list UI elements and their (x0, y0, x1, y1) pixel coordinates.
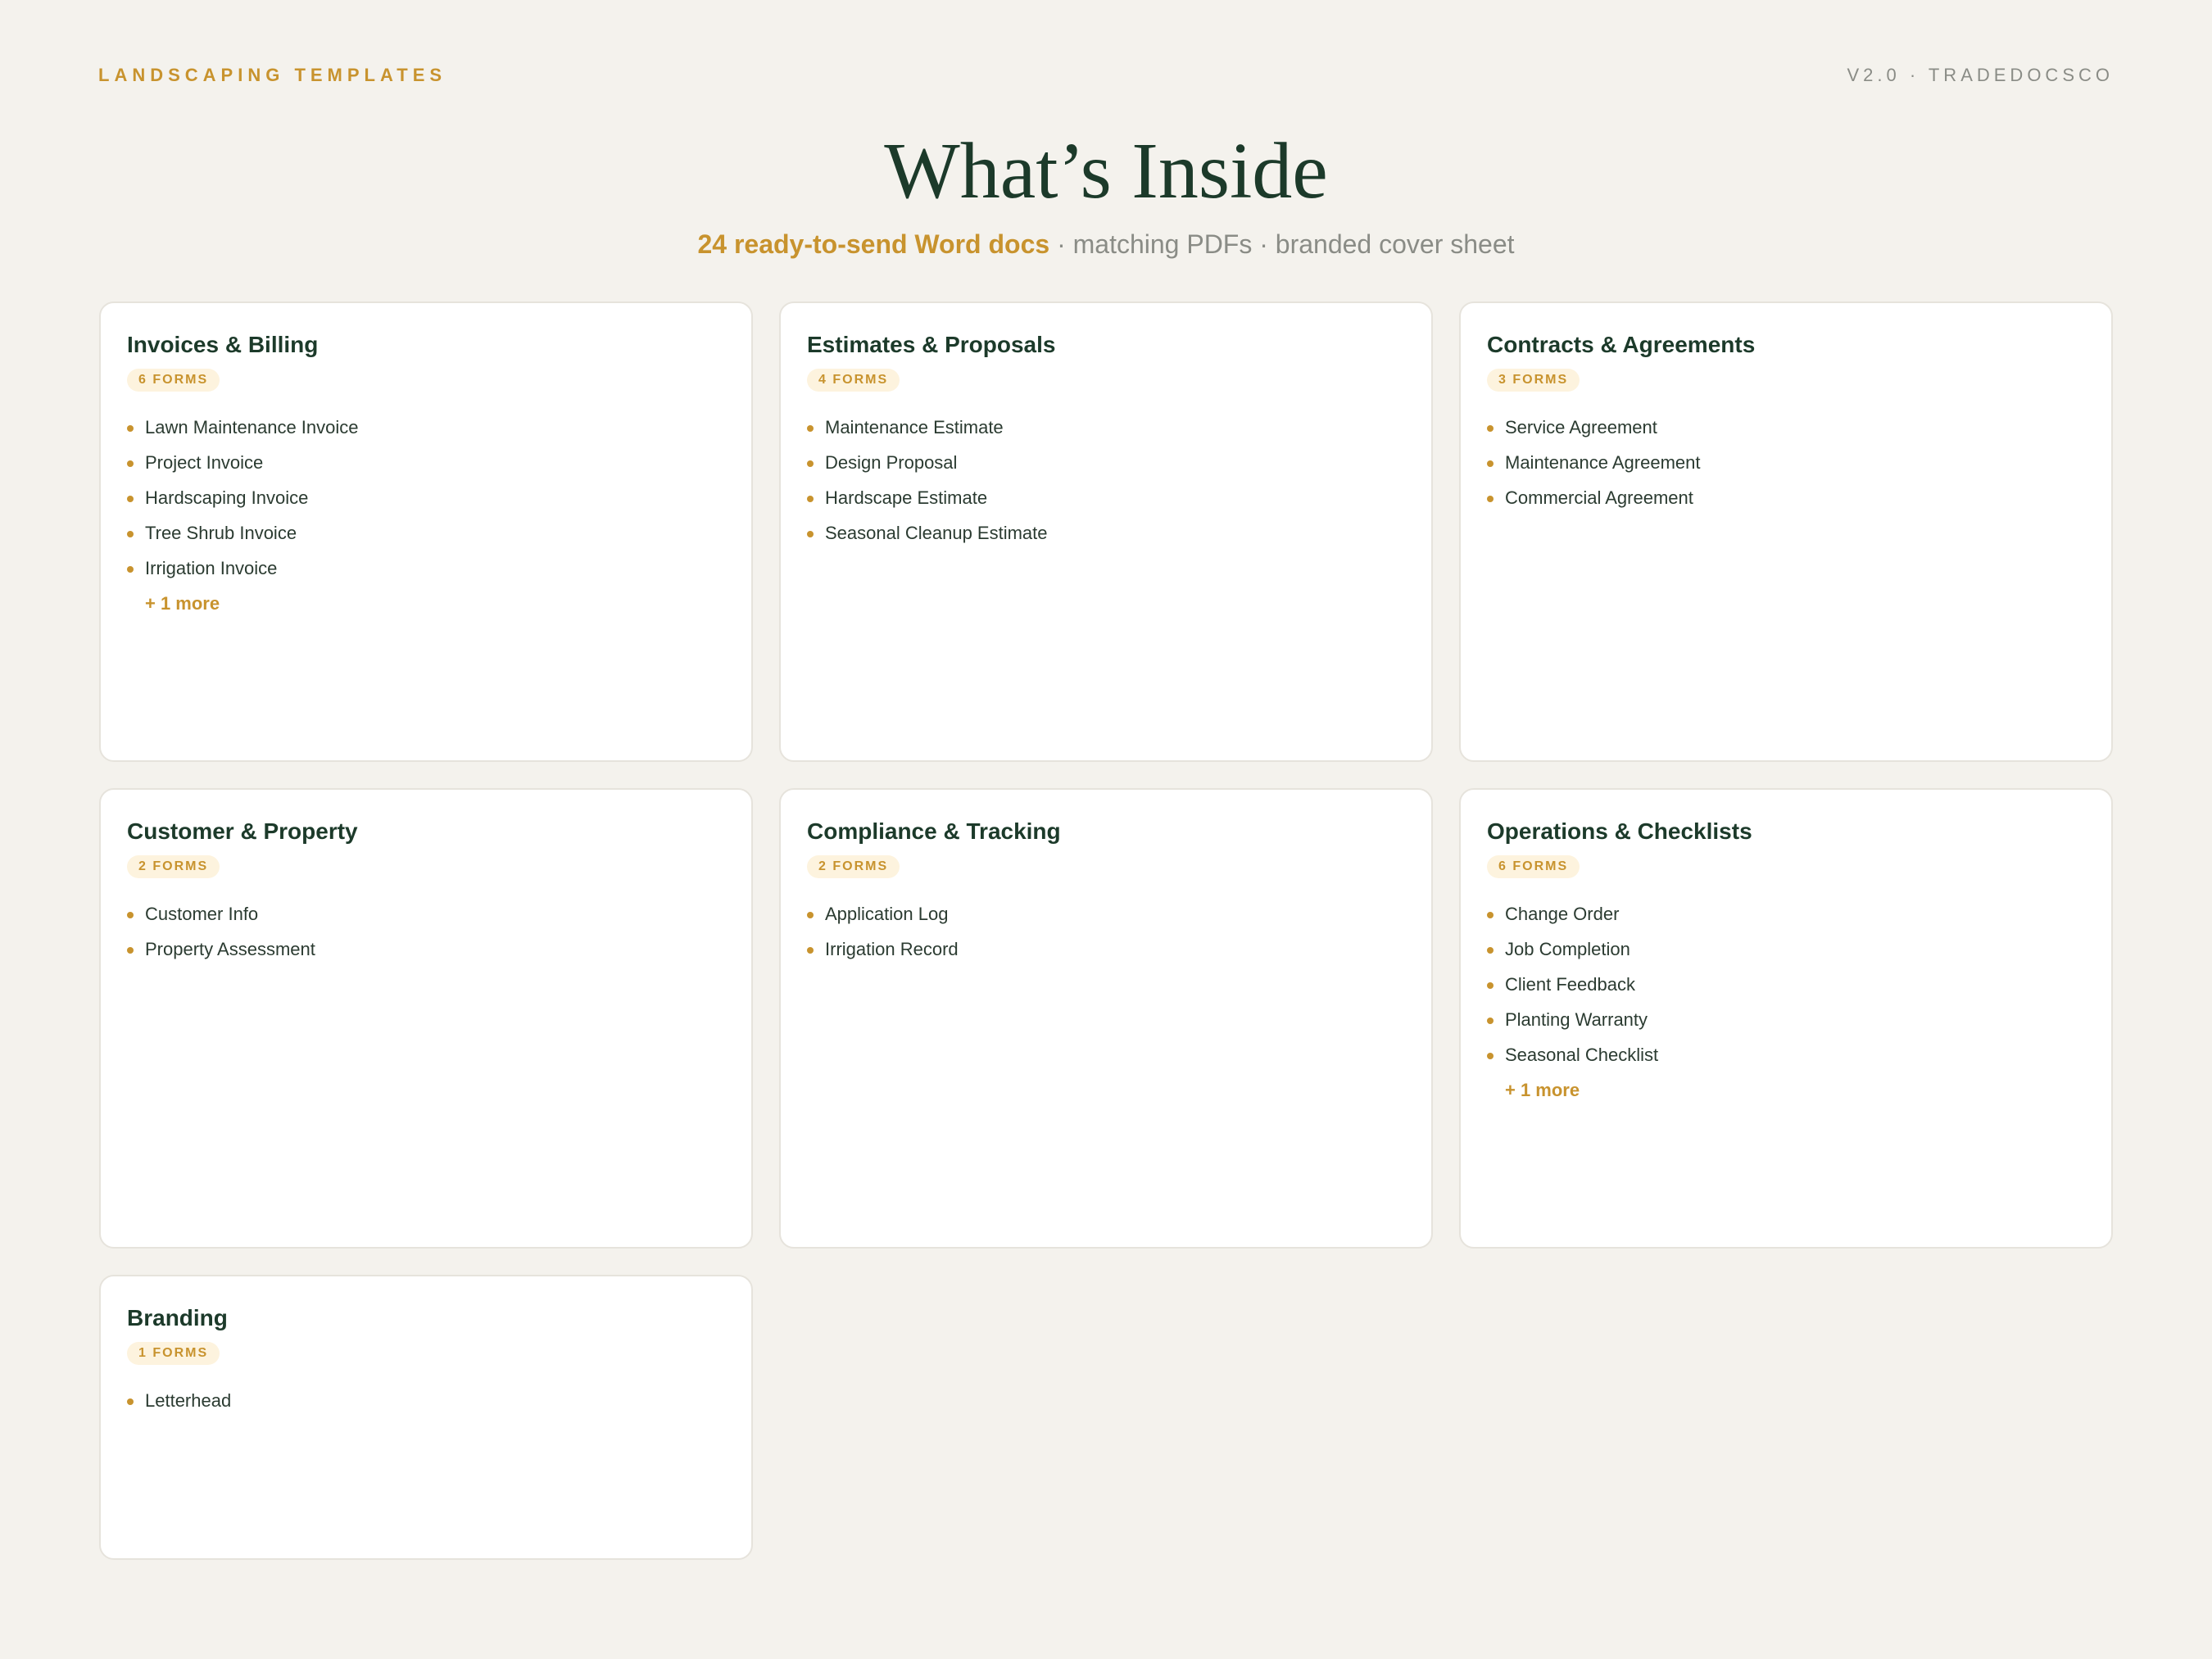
category-card-invoices-billing: Invoices & Billing 6 FORMS Lawn Maintena… (99, 301, 753, 762)
page-subtitle: 24 ready-to-send Word docs · matching PD… (0, 228, 2212, 261)
more-link[interactable]: + 1 more (145, 592, 220, 615)
list-item: Property Assessment (127, 938, 725, 961)
card-title: Contracts & Agreements (1487, 332, 1756, 357)
list-item: Tree Shrub Invoice (127, 522, 725, 545)
brand-label: LANDSCAPING TEMPLATES (98, 65, 447, 85)
list-item: Commercial Agreement (1487, 487, 2085, 510)
list-item: Lawn Maintenance Invoice (127, 416, 725, 439)
category-grid: Invoices & Billing 6 FORMS Lawn Maintena… (99, 301, 2113, 1560)
card-title: Estimates & Proposals (807, 332, 1056, 357)
page-title: What’s Inside (884, 127, 1328, 215)
list-item: Customer Info (127, 903, 725, 926)
card-title: Compliance & Tracking (807, 818, 1061, 844)
category-card-contracts-agreements: Contracts & Agreements 3 FORMS Service A… (1459, 301, 2113, 762)
card-title: Operations & Checklists (1487, 818, 1752, 844)
form-list: Change Order Job Completion Client Feedb… (1487, 903, 2085, 1067)
form-count-badge: 2 FORMS (807, 855, 900, 878)
category-card-estimates-proposals: Estimates & Proposals 4 FORMS Maintenanc… (779, 301, 1433, 762)
version-label: V2.0 · TRADEDOCSCO (1847, 65, 2114, 85)
list-item: Application Log (807, 903, 1405, 926)
category-card-customer-property: Customer & Property 2 FORMS Customer Inf… (99, 788, 753, 1249)
list-item: Seasonal Cleanup Estimate (807, 522, 1405, 545)
card-title: Branding (127, 1305, 228, 1330)
form-list: Lawn Maintenance Invoice Project Invoice… (127, 416, 725, 580)
form-count-badge: 1 FORMS (127, 1342, 220, 1365)
form-count-badge: 6 FORMS (1487, 855, 1580, 878)
form-count-badge: 4 FORMS (807, 369, 900, 392)
list-item: Planting Warranty (1487, 1009, 2085, 1031)
category-card-branding: Branding 1 FORMS Letterhead (99, 1275, 753, 1560)
list-item: Maintenance Estimate (807, 416, 1405, 439)
category-card-compliance-tracking: Compliance & Tracking 2 FORMS Applicatio… (779, 788, 1433, 1249)
list-item: Irrigation Record (807, 938, 1405, 961)
list-item: Irrigation Invoice (127, 557, 725, 580)
list-item: Service Agreement (1487, 416, 2085, 439)
subtitle-rest: · matching PDFs · branded cover sheet (1049, 229, 1515, 259)
list-item: Seasonal Checklist (1487, 1044, 2085, 1067)
form-list: Maintenance Estimate Design Proposal Har… (807, 416, 1405, 545)
form-list: Application Log Irrigation Record (807, 903, 1405, 961)
form-count-badge: 3 FORMS (1487, 369, 1580, 392)
list-item: Change Order (1487, 903, 2085, 926)
card-title: Invoices & Billing (127, 332, 319, 357)
list-item: Job Completion (1487, 938, 2085, 961)
form-list: Letterhead (127, 1389, 725, 1412)
list-item: Letterhead (127, 1389, 725, 1412)
list-item: Hardscaping Invoice (127, 487, 725, 510)
hero: What’s Inside 24 ready-to-send Word docs… (0, 123, 2212, 261)
card-title: Customer & Property (127, 818, 358, 844)
more-link[interactable]: + 1 more (1505, 1079, 1580, 1102)
form-list: Service Agreement Maintenance Agreement … (1487, 416, 2085, 510)
list-item: Maintenance Agreement (1487, 451, 2085, 474)
form-count-badge: 2 FORMS (127, 855, 220, 878)
list-item: Hardscape Estimate (807, 487, 1405, 510)
category-card-operations-checklists: Operations & Checklists 6 FORMS Change O… (1459, 788, 2113, 1249)
form-count-badge: 6 FORMS (127, 369, 220, 392)
list-item: Client Feedback (1487, 973, 2085, 996)
form-list: Customer Info Property Assessment (127, 903, 725, 961)
list-item: Project Invoice (127, 451, 725, 474)
subtitle-highlight: 24 ready-to-send Word docs (697, 229, 1050, 259)
top-bar: LANDSCAPING TEMPLATES V2.0 · TRADEDOCSCO (98, 62, 2114, 88)
list-item: Design Proposal (807, 451, 1405, 474)
